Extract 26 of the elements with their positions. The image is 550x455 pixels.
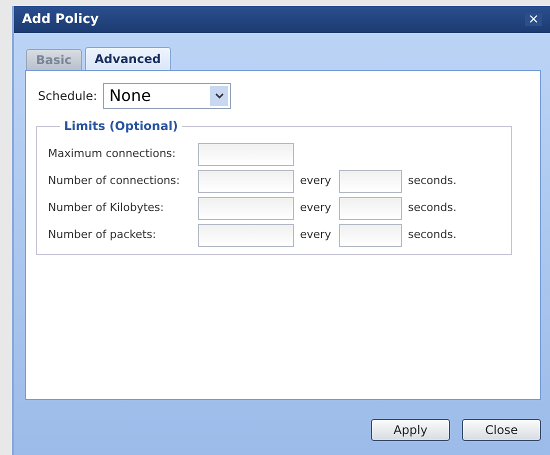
dialog-button[interactable]: Close	[462, 419, 541, 441]
input-field[interactable]	[198, 170, 294, 193]
chevron-icon	[210, 86, 228, 106]
field-label: Number of packets:	[48, 227, 158, 244]
unit-label: seconds.	[408, 200, 456, 216]
input-field[interactable]	[198, 224, 294, 247]
window-title: Add Policy	[22, 10, 99, 29]
schedule-dropdown[interactable]: None	[103, 83, 232, 109]
input-field[interactable]	[339, 170, 402, 193]
input-field[interactable]	[198, 143, 294, 166]
field-label: Number of connections:	[48, 173, 181, 190]
every-label: every	[300, 173, 332, 190]
close-button[interactable]: ×	[525, 13, 542, 26]
unit-label: seconds.	[408, 227, 456, 244]
field-label: Number of Kilobytes:	[48, 200, 165, 216]
schedule-label: Schedule:	[38, 88, 98, 105]
field-label: Maximum connections:	[48, 146, 177, 162]
group-legend: Limits (Optional)	[60, 117, 182, 135]
every-label: every	[300, 200, 332, 216]
unit-label: seconds.	[408, 173, 456, 190]
input-field[interactable]	[339, 197, 402, 220]
input-field[interactable]	[339, 224, 402, 247]
tab[interactable]: Advanced	[84, 47, 171, 70]
dialog-button[interactable]: Apply	[371, 419, 450, 441]
input-field[interactable]	[198, 197, 294, 220]
every-label: every	[300, 227, 332, 244]
